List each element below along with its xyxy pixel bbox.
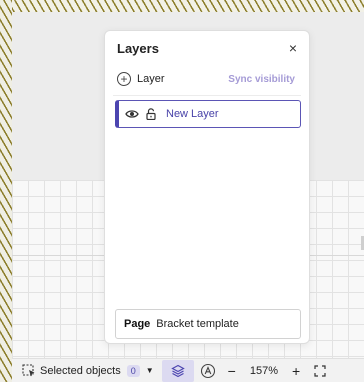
layer-name: New Layer [166, 108, 219, 120]
select-area-icon[interactable] [22, 363, 36, 378]
unlock-icon[interactable] [145, 108, 157, 120]
fit-screen-icon[interactable] [314, 364, 326, 377]
plus-circle-icon: + [117, 72, 131, 86]
eye-icon[interactable] [125, 109, 139, 119]
selected-count-badge: 0 [126, 364, 140, 377]
selected-objects-label[interactable]: Selected objects [40, 365, 121, 377]
page-name: Bracket template [156, 318, 239, 330]
hatched-left-strip [0, 0, 12, 382]
page-selector[interactable]: Page Bracket template [115, 309, 301, 339]
close-button[interactable]: × [289, 41, 297, 55]
layers-toolbar: + Layer Sync visibility [105, 67, 309, 91]
layers-panel-title: Layers [117, 40, 159, 56]
chevron-down-icon[interactable]: ▼ [146, 366, 154, 375]
bottom-toolbar: Selected objects 0 ▼ − 157% + [12, 358, 364, 382]
zoom-level[interactable]: 157% [250, 365, 278, 377]
zoom-in-button[interactable]: + [292, 363, 300, 379]
layers-panel-header: Layers × [105, 31, 309, 65]
page-label: Page [124, 318, 151, 330]
layers-panel: Layers × + Layer Sync visibility New Lay… [104, 30, 310, 344]
add-layer-button[interactable]: + Layer [117, 72, 165, 86]
hatched-top-strip [0, 0, 364, 12]
layers-stack-icon [170, 364, 185, 377]
add-layer-label: Layer [137, 73, 165, 85]
layer-row-new-layer[interactable]: New Layer [115, 100, 301, 128]
layers-toggle-button[interactable] [161, 359, 194, 382]
toolbar-divider [113, 95, 301, 96]
sync-visibility-button[interactable]: Sync visibility [228, 74, 295, 85]
zoom-out-button[interactable]: − [228, 363, 236, 379]
anchor-circle-icon[interactable] [200, 363, 216, 379]
